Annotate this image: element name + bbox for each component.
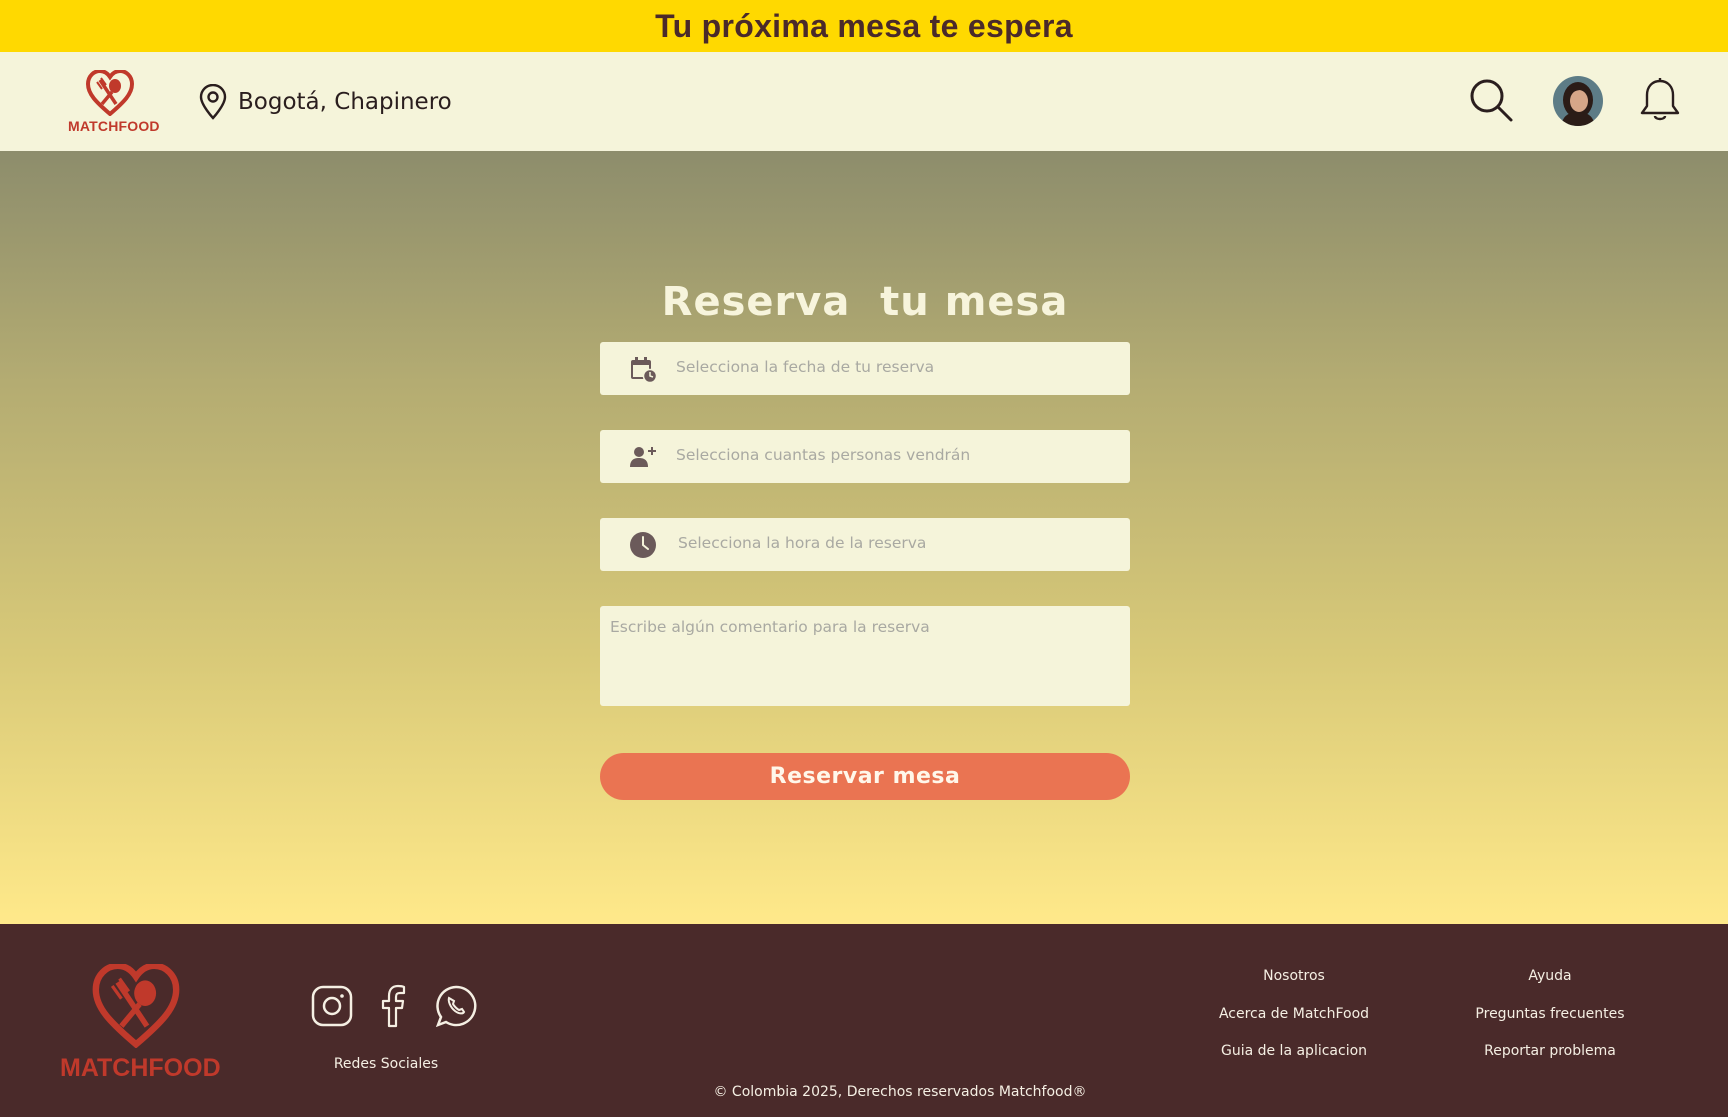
search-icon — [1470, 79, 1513, 122]
comment-textarea[interactable]: Escribe algún comentario para la reserva — [600, 606, 1130, 706]
avatar-image — [1553, 76, 1603, 126]
comment-placeholder: Escribe algún comentario para la reserva — [610, 618, 930, 636]
heart-utensils-icon — [92, 964, 180, 1048]
footer: MATCHFOOD Redes Sociales Nosotros Acerca… — [0, 924, 1728, 1117]
footer-link-app-guide[interactable]: Guia de la aplicacion — [1184, 1039, 1404, 1077]
search-button[interactable] — [1467, 76, 1515, 124]
footer-link-about-matchfood[interactable]: Acerca de MatchFood — [1184, 1002, 1404, 1040]
bell-icon — [1640, 78, 1680, 121]
date-field-placeholder: Selecciona la fecha de tu reserva — [676, 358, 935, 376]
social-links — [310, 984, 478, 1028]
footer-link-faq[interactable]: Preguntas frecuentes — [1440, 1002, 1660, 1040]
footer-link-nosotros[interactable]: Nosotros — [1184, 964, 1404, 1002]
promo-banner: Tu próxima mesa te espera — [0, 0, 1728, 52]
facebook-icon[interactable] — [372, 984, 416, 1028]
map-pin-icon — [199, 84, 227, 120]
footer-brand-logo[interactable]: MATCHFOOD — [60, 964, 221, 1084]
footer-column-about: Nosotros Acerca de MatchFood Guia de la … — [1184, 964, 1404, 1077]
time-field[interactable]: Selecciona la hora de la reserva — [600, 518, 1130, 571]
brand-logo[interactable]: MATCHFOOD — [68, 70, 160, 138]
reservation-section: Reserva tu mesa Selecciona la fecha de t… — [0, 151, 1728, 924]
top-navbar: MATCHFOOD Bogotá, Chapinero — [0, 52, 1728, 151]
notifications-button[interactable] — [1636, 76, 1684, 124]
footer-link-help[interactable]: Ayuda — [1440, 964, 1660, 1002]
add-person-icon — [628, 442, 658, 472]
calendar-clock-icon — [628, 354, 658, 384]
copyright-text: © Colombia 2025, Derechos reservados Mat… — [713, 1084, 1087, 1100]
clock-icon — [628, 530, 658, 560]
heart-utensils-icon — [86, 70, 134, 116]
user-avatar[interactable] — [1553, 76, 1603, 126]
page-title: Reserva tu mesa — [661, 279, 1069, 325]
whatsapp-icon[interactable] — [434, 984, 478, 1028]
date-field[interactable]: Selecciona la fecha de tu reserva — [600, 342, 1130, 395]
reserve-table-button[interactable]: Reservar mesa — [600, 753, 1130, 800]
brand-logo-text: MATCHFOOD — [68, 118, 160, 134]
social-label: Redes Sociales — [333, 1056, 439, 1072]
location-label: Bogotá, Chapinero — [238, 89, 452, 115]
instagram-icon[interactable] — [310, 984, 354, 1028]
footer-link-report-problem[interactable]: Reportar problema — [1440, 1039, 1660, 1077]
people-field-placeholder: Selecciona cuantas personas vendrán — [676, 446, 971, 464]
footer-brand-text: MATCHFOOD — [60, 1054, 221, 1082]
location-selector[interactable]: Bogotá, Chapinero — [198, 82, 452, 122]
people-field[interactable]: Selecciona cuantas personas vendrán — [600, 430, 1130, 483]
banner-text: Tu próxima mesa te espera — [655, 7, 1073, 44]
time-field-placeholder: Selecciona la hora de la reserva — [678, 534, 927, 552]
footer-column-help: Ayuda Preguntas frecuentes Reportar prob… — [1440, 964, 1660, 1077]
